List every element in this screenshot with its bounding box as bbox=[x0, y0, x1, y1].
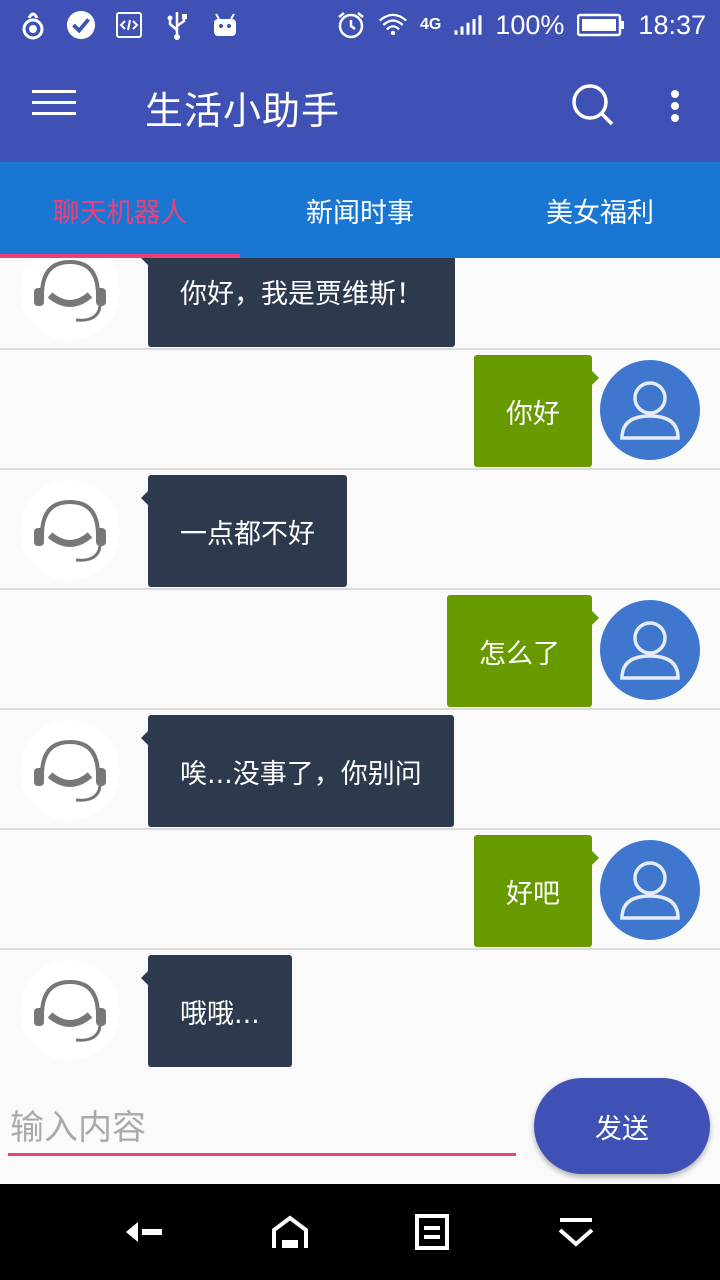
message-input[interactable] bbox=[8, 1102, 516, 1156]
hide-keyboard-button[interactable] bbox=[554, 1212, 598, 1252]
battery-percent: 100% bbox=[495, 9, 565, 40]
alarm-icon bbox=[336, 10, 366, 40]
headset-icon bbox=[34, 979, 106, 1042]
list-item: 怎么了 bbox=[0, 590, 720, 710]
bot-message: 哦哦... bbox=[141, 955, 292, 1067]
user-avatar bbox=[600, 840, 700, 940]
list-item: 一点都不好 bbox=[0, 470, 720, 590]
android-icon bbox=[210, 10, 240, 40]
user-message: 怎么了 bbox=[447, 595, 599, 707]
notification-icon bbox=[18, 10, 48, 40]
bot-avatar bbox=[20, 720, 120, 820]
list-item: 唉...没事了，你别问 bbox=[0, 710, 720, 830]
tab-welfare[interactable]: 美女福利 bbox=[480, 162, 720, 258]
back-icon bbox=[126, 1222, 162, 1242]
back-button[interactable] bbox=[122, 1212, 166, 1252]
tab-bar: 聊天机器人 新闻时事 美女福利 bbox=[0, 162, 720, 258]
hide-keyboard-icon bbox=[558, 1218, 594, 1247]
search-button[interactable] bbox=[568, 80, 618, 130]
app-title: 生活小助手 bbox=[145, 89, 341, 133]
bot-message: 唉...没事了，你别问 bbox=[141, 715, 454, 827]
list-item: 你好 bbox=[0, 350, 720, 470]
system-nav-bar bbox=[0, 1184, 720, 1280]
home-icon bbox=[272, 1215, 308, 1248]
send-button[interactable]: 发送 bbox=[534, 1078, 710, 1174]
bot-avatar bbox=[20, 960, 120, 1060]
recents-button[interactable] bbox=[410, 1212, 454, 1252]
tab-news[interactable]: 新闻时事 bbox=[240, 162, 480, 258]
menu-button[interactable] bbox=[32, 82, 80, 130]
headset-icon bbox=[34, 739, 106, 802]
user-message: 好吧 bbox=[474, 835, 599, 947]
list-item: 哦哦... bbox=[0, 950, 720, 1068]
usb-icon bbox=[162, 10, 192, 40]
status-bar: 4G 100% 18:37 bbox=[0, 0, 720, 50]
person-icon bbox=[620, 381, 680, 440]
bot-message: 你好，我是贾维斯！ bbox=[141, 258, 455, 347]
network-type: 4G bbox=[420, 16, 442, 33]
list-item: 好吧 bbox=[0, 830, 720, 950]
clock: 18:37 bbox=[638, 9, 706, 40]
wifi-icon bbox=[378, 10, 408, 40]
more-options-button[interactable] bbox=[660, 84, 690, 128]
app-bar: 生活小助手 bbox=[0, 50, 720, 162]
code-icon bbox=[114, 10, 144, 40]
menu-icon bbox=[32, 90, 76, 93]
home-button[interactable] bbox=[268, 1212, 312, 1252]
bot-avatar bbox=[20, 480, 120, 580]
person-icon bbox=[620, 861, 680, 920]
tab-chatbot[interactable]: 聊天机器人 bbox=[0, 162, 240, 258]
composer: 发送 bbox=[0, 1068, 720, 1184]
headset-icon bbox=[34, 499, 106, 562]
more-vert-icon bbox=[671, 90, 679, 98]
chat-list[interactable]: 你好，我是贾维斯！ 你好 一点都不好 怎么了 唉...没事了，你别问 好吧 哦哦… bbox=[0, 258, 720, 1068]
user-avatar bbox=[600, 600, 700, 700]
user-avatar bbox=[600, 360, 700, 460]
recents-icon bbox=[415, 1214, 449, 1250]
search-icon bbox=[572, 84, 614, 126]
battery-icon bbox=[576, 10, 626, 40]
bot-avatar bbox=[20, 258, 120, 340]
check-icon bbox=[66, 10, 96, 40]
user-message: 你好 bbox=[474, 355, 599, 467]
bot-message: 一点都不好 bbox=[141, 475, 347, 587]
headset-icon bbox=[34, 259, 106, 322]
list-item: 你好，我是贾维斯！ bbox=[0, 258, 720, 350]
person-icon bbox=[620, 621, 680, 680]
signal-icon bbox=[453, 10, 483, 40]
